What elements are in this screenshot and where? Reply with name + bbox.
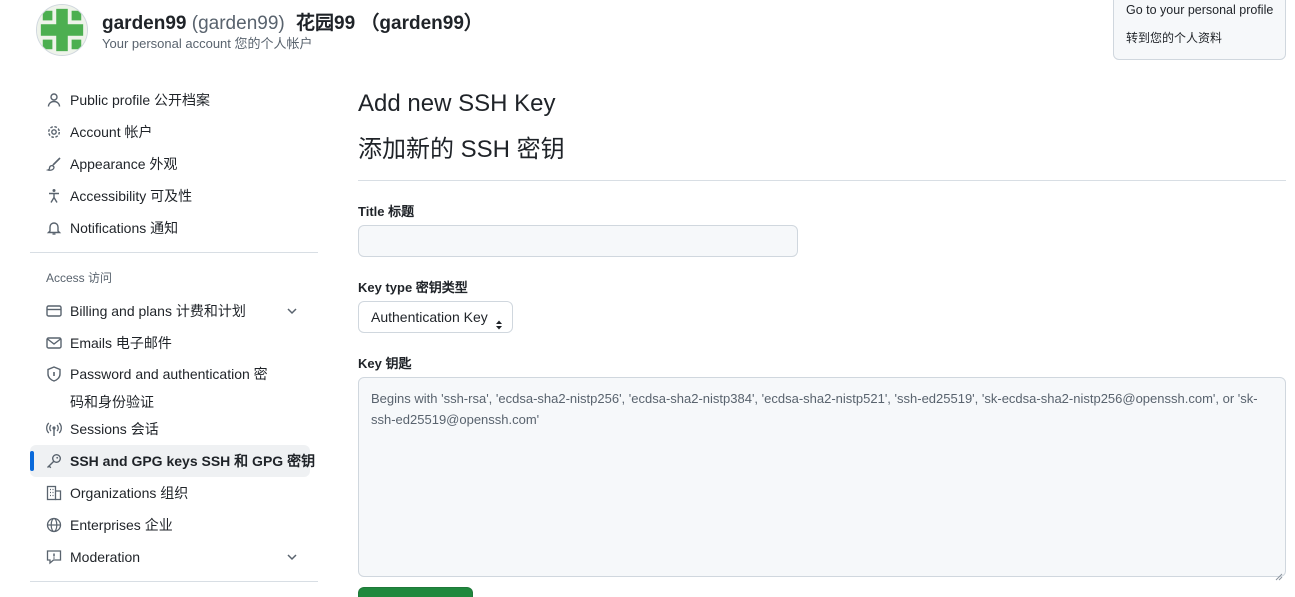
key-type-selected-value: Authentication Key (371, 309, 488, 325)
sidebar-item-label: Notifications 通知 (70, 220, 179, 236)
paintbrush-icon (46, 156, 62, 172)
key-type-select[interactable]: Authentication Key (358, 301, 513, 333)
key-textarea[interactable]: Begins with 'ssh-rsa', 'ecdsa-sha2-nistp… (358, 377, 1286, 581)
sidebar-item-moderation[interactable]: Moderation (30, 541, 310, 573)
select-arrows-icon (494, 311, 504, 330)
key-icon (46, 453, 62, 469)
sidebar-item-label: Billing and plans 计费和计划 (70, 303, 246, 319)
sidebar-item-label: Public profile 公开档案 (70, 92, 211, 108)
sidebar-item-notifications[interactable]: Notifications 通知 (30, 212, 310, 244)
settings-sidebar: Public profile 公开档案 Account 帐户 Appearanc… (30, 84, 320, 590)
sidebar-item-sessions[interactable]: Sessions 会话 (30, 413, 310, 445)
sidebar-item-appearance[interactable]: Appearance 外观 (30, 148, 310, 180)
gear-icon (46, 124, 62, 140)
title-field-label: Title 标题 (358, 204, 415, 219)
globe-icon (46, 517, 62, 533)
title-input[interactable] (358, 225, 798, 257)
chevron-down-icon[interactable] (284, 303, 300, 319)
sidebar-item-label: Appearance 外观 (70, 156, 178, 172)
key-type-label: Key type 密钥类型 (358, 280, 468, 295)
sidebar-item-label: Password and authentication 密码和身份验证 (70, 366, 268, 410)
sidebar-item-public-profile[interactable]: Public profile 公开档案 (30, 84, 310, 116)
sidebar-item-ssh-gpg-keys[interactable]: SSH and GPG keys SSH 和 GPG 密钥 (30, 445, 315, 477)
sidebar-item-organizations[interactable]: Organizations 组织 (30, 477, 310, 509)
page-title: Add new SSH Key (358, 90, 556, 117)
avatar[interactable] (36, 4, 88, 56)
sidebar-divider (30, 252, 318, 253)
go-to-profile-button[interactable]: Go to your personal profile 转到您的个人资料 (1113, 0, 1286, 60)
go-to-profile-label-en: Go to your personal profile (1126, 3, 1274, 17)
identicon (37, 5, 87, 55)
account-subtitle: Your personal account 您的个人帐户 (102, 36, 313, 51)
organization-icon (46, 485, 62, 501)
shield-lock-icon (46, 366, 62, 382)
page-title-zh: 添加新的 SSH 密钥 (358, 136, 565, 163)
sidebar-item-enterprises[interactable]: Enterprises 企业 (30, 509, 310, 541)
account-name[interactable]: garden99 (garden99) 花园99 （garden99） (102, 8, 483, 35)
resize-grip-icon[interactable] (1275, 566, 1283, 581)
sidebar-item-label: Accessibility 可及性 (70, 188, 193, 204)
credit-card-icon (46, 303, 62, 319)
broadcast-icon (46, 421, 62, 437)
settings-page: garden99 (garden99) 花园99 （garden99） Your… (0, 0, 1295, 597)
person-icon (46, 92, 62, 108)
add-ssh-key-form: Add new SSH Key 添加新的 SSH 密钥 Title 标题 Key… (358, 86, 1286, 581)
key-field-label: Key 钥匙 (358, 356, 412, 371)
sidebar-item-account[interactable]: Account 帐户 (30, 116, 310, 148)
accessibility-icon (46, 188, 62, 204)
mail-icon (46, 335, 62, 351)
bell-icon (46, 220, 62, 236)
sidebar-group-title-access: Access 访问 (46, 271, 113, 285)
sidebar-item-accessibility[interactable]: Accessibility 可及性 (30, 180, 310, 212)
chevron-down-icon[interactable] (284, 549, 300, 565)
username[interactable]: garden99 (102, 13, 186, 34)
sidebar-item-label: Account 帐户 (70, 124, 153, 140)
key-placeholder: Begins with 'ssh-rsa', 'ecdsa-sha2-nistp… (371, 391, 1258, 427)
sidebar-item-label: Moderation (70, 549, 141, 565)
sidebar-item-label: Sessions 会话 (70, 421, 159, 437)
sidebar-item-label: SSH and GPG keys SSH 和 GPG 密钥 (70, 453, 316, 469)
sidebar-item-password[interactable]: Password and authentication 密码和身份验证 (30, 359, 310, 413)
report-icon (46, 549, 62, 565)
go-to-profile-label-zh: 转到您的个人资料 (1126, 31, 1223, 45)
sidebar-item-billing[interactable]: Billing and plans 计费和计划 (30, 295, 310, 327)
display-name: 花园99 （garden99） (296, 13, 483, 34)
sidebar-divider (30, 581, 318, 582)
add-ssh-key-button[interactable] (358, 587, 473, 597)
username-paren: (garden99) (191, 13, 285, 34)
title-divider (358, 180, 1286, 181)
sidebar-item-label: Organizations 组织 (70, 485, 189, 501)
sidebar-item-emails[interactable]: Emails 电子邮件 (30, 327, 310, 359)
sidebar-item-label: Enterprises 企业 (70, 517, 173, 533)
sidebar-item-label: Emails 电子邮件 (70, 335, 172, 351)
